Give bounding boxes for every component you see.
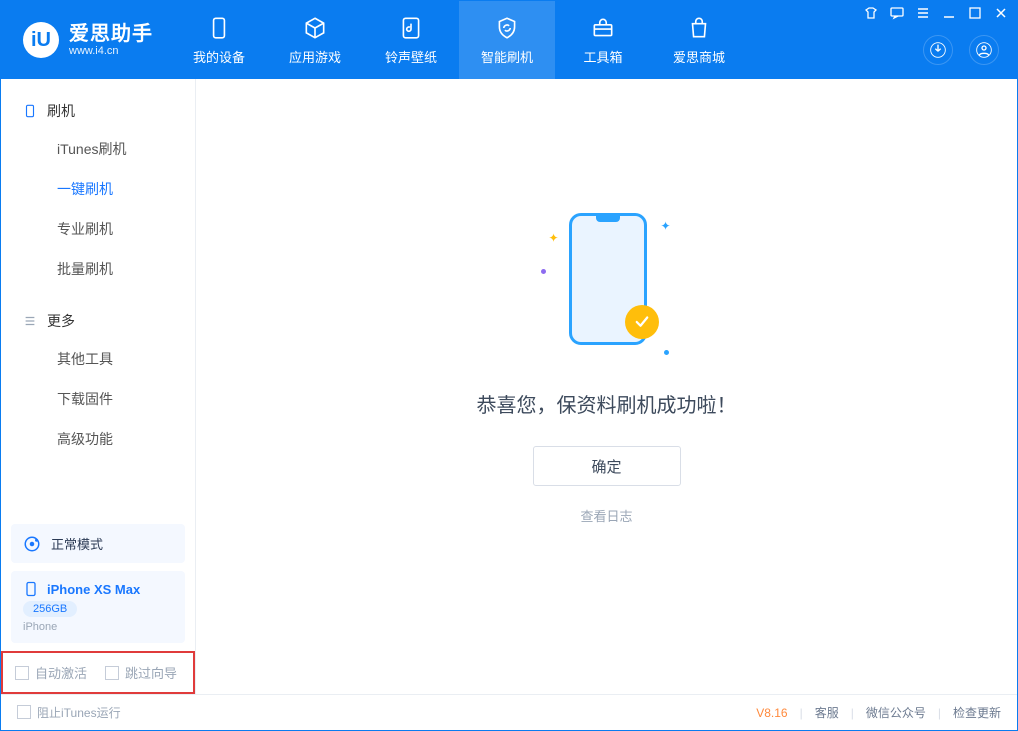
window-controls: [863, 5, 1009, 21]
sidebar-section-flash: 刷机: [1, 93, 195, 129]
version-label: V8.16: [756, 706, 787, 720]
close-icon[interactable]: [993, 5, 1009, 21]
sidebar-section-more: 更多: [1, 303, 195, 339]
sidebar-item-pro-flash[interactable]: 专业刷机: [1, 209, 195, 249]
block-itunes-checkbox[interactable]: 阻止iTunes运行: [17, 704, 121, 721]
shield-refresh-icon: [494, 15, 520, 41]
app-title: 爱思助手: [69, 23, 153, 45]
nav-label: 我的设备: [193, 47, 245, 66]
user-icon[interactable]: [969, 35, 999, 65]
sidebar-item-batch-flash[interactable]: 批量刷机: [1, 249, 195, 289]
view-log-link[interactable]: 查看日志: [580, 506, 632, 525]
skip-guide-label: 跳过向导: [125, 666, 177, 681]
phone-small-icon: [23, 581, 39, 597]
support-link[interactable]: 客服: [815, 704, 839, 721]
top-nav: 我的设备 应用游戏 铃声壁纸 智能刷机 工具箱 爱思商城: [171, 1, 747, 79]
sidebar-item-advanced[interactable]: 高级功能: [1, 419, 195, 459]
sidebar: 刷机 iTunes刷机 一键刷机 专业刷机 批量刷机 更多 其他工具 下载固件 …: [1, 79, 196, 694]
main-content: ✦ ✦ 恭喜您，保资料刷机成功啦！ 确定 查看日志: [196, 79, 1017, 694]
sidebar-item-onekey-flash[interactable]: 一键刷机: [1, 169, 195, 209]
mode-card[interactable]: 正常模式: [11, 524, 185, 563]
nav-store[interactable]: 爱思商城: [651, 1, 747, 79]
nav-label: 铃声壁纸: [385, 47, 437, 66]
nav-my-device[interactable]: 我的设备: [171, 1, 267, 79]
wechat-link[interactable]: 微信公众号: [866, 704, 926, 721]
nav-label: 智能刷机: [481, 47, 533, 66]
toolbox-icon: [590, 15, 616, 41]
phone-icon: [206, 15, 232, 41]
cube-icon: [302, 15, 328, 41]
maximize-icon[interactable]: [967, 5, 983, 21]
nav-label: 工具箱: [583, 47, 622, 66]
device-type-label: iPhone: [23, 621, 57, 633]
checkmark-icon: [625, 305, 659, 339]
success-illustration: ✦ ✦: [547, 209, 667, 359]
device-name-label: iPhone XS Max: [47, 582, 140, 597]
list-icon: [23, 314, 37, 328]
auto-activate-checkbox[interactable]: 自动激活: [15, 663, 87, 682]
sidebar-item-download-firmware[interactable]: 下载固件: [1, 379, 195, 419]
success-message: 恭喜您，保资料刷机成功啦！: [477, 389, 737, 418]
sidebar-item-other-tools[interactable]: 其他工具: [1, 339, 195, 379]
device-icon: [23, 104, 37, 118]
nav-smart-flash[interactable]: 智能刷机: [459, 1, 555, 79]
nav-label: 爱思商城: [673, 47, 725, 66]
check-update-link[interactable]: 检查更新: [953, 704, 1001, 721]
sidebar-section-title: 更多: [47, 311, 75, 331]
device-card[interactable]: iPhone XS Max 256GB iPhone: [11, 571, 185, 643]
minimize-icon[interactable]: [941, 5, 957, 21]
flash-options-row: 自动激活 跳过向导: [1, 651, 195, 694]
status-bar: 阻止iTunes运行 V8.16 | 客服 | 微信公众号 | 检查更新: [1, 694, 1017, 730]
logo-block: iU 爱思助手 www.i4.cn: [1, 1, 171, 79]
skip-guide-checkbox[interactable]: 跳过向导: [105, 663, 177, 682]
sidebar-item-itunes-flash[interactable]: iTunes刷机: [1, 129, 195, 169]
title-bar: iU 爱思助手 www.i4.cn 我的设备 应用游戏 铃声壁纸 智能刷机: [1, 1, 1017, 79]
confirm-button[interactable]: 确定: [533, 446, 681, 486]
music-file-icon: [398, 15, 424, 41]
bag-icon: [686, 15, 712, 41]
mode-label: 正常模式: [51, 534, 103, 553]
device-capacity-badge: 256GB: [23, 601, 77, 617]
nav-apps-games[interactable]: 应用游戏: [267, 1, 363, 79]
mode-icon: [23, 535, 41, 553]
menu-icon[interactable]: [915, 5, 931, 21]
app-logo-icon: iU: [23, 22, 59, 58]
download-icon[interactable]: [923, 35, 953, 65]
nav-toolbox[interactable]: 工具箱: [555, 1, 651, 79]
nav-label: 应用游戏: [289, 47, 341, 66]
app-subtitle: www.i4.cn: [69, 45, 153, 57]
auto-activate-label: 自动激活: [35, 666, 87, 681]
sidebar-section-title: 刷机: [47, 101, 75, 121]
block-itunes-label: 阻止iTunes运行: [37, 706, 121, 720]
skin-icon[interactable]: [863, 5, 879, 21]
feedback-icon[interactable]: [889, 5, 905, 21]
content-body: 刷机 iTunes刷机 一键刷机 专业刷机 批量刷机 更多 其他工具 下载固件 …: [1, 79, 1017, 694]
nav-ringtone-wallpaper[interactable]: 铃声壁纸: [363, 1, 459, 79]
